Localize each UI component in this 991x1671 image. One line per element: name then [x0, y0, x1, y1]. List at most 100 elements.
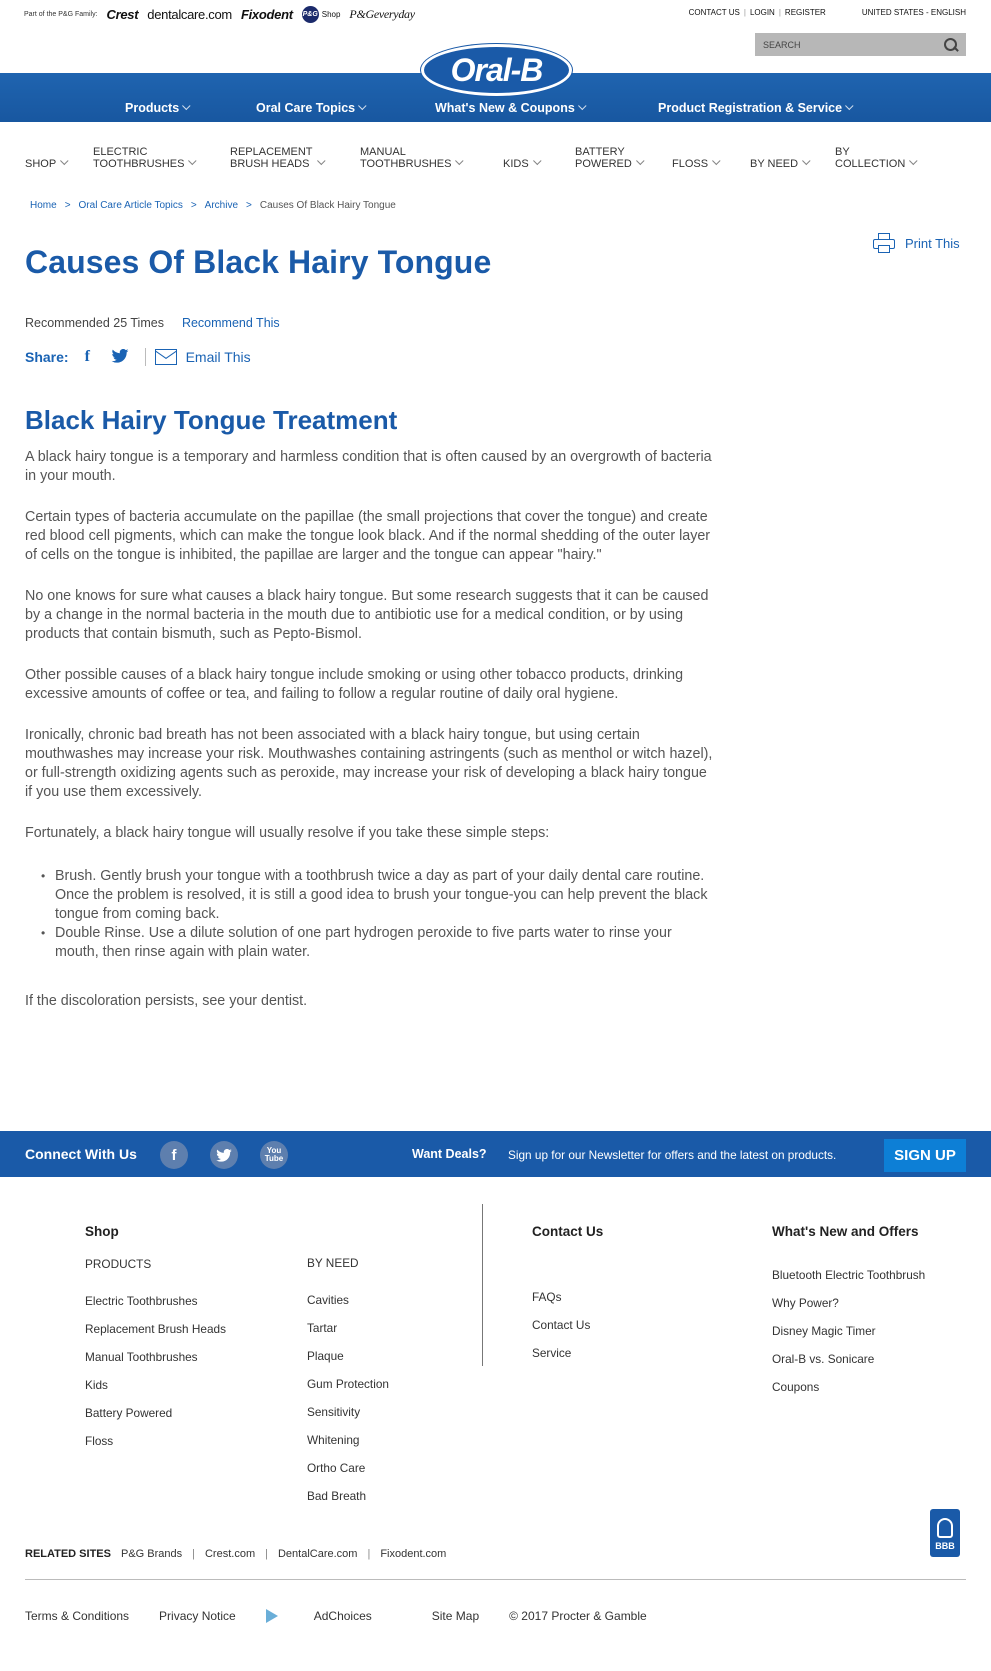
nav-whats-new[interactable]: What's New & Coupons — [435, 101, 587, 115]
footer-link[interactable]: Ortho Care — [307, 1454, 389, 1482]
search-input[interactable] — [763, 39, 944, 50]
prodnav-floss[interactable]: FLOSS — [672, 156, 721, 170]
privacy-link[interactable]: Privacy Notice — [159, 1609, 236, 1623]
email-this-link[interactable]: Email This — [154, 349, 251, 365]
main-nav: Products Oral Care Topics What's New & C… — [0, 101, 991, 121]
prodnav-label: BY NEED — [750, 158, 799, 170]
footer-link[interactable]: Service — [532, 1339, 603, 1367]
prodnav-manual-toothbrushes[interactable]: MANUAL TOOTHBRUSHES — [360, 146, 465, 170]
prodnav-battery-powered[interactable]: BATTERY POWERED — [575, 146, 645, 170]
twitter-icon[interactable] — [111, 348, 129, 366]
page-title: Causes Of Black Hairy Tongue — [25, 244, 492, 280]
footer-link[interactable]: Why Power? — [772, 1289, 925, 1317]
bbb-accreditation-badge[interactable]: BBB — [930, 1509, 960, 1557]
footer-link[interactable]: Plaque — [307, 1342, 389, 1370]
connect-title: Connect With Us — [25, 1146, 137, 1162]
nav-product-registration[interactable]: Product Registration & Service — [658, 101, 854, 115]
footer-link[interactable]: Replacement Brush Heads — [85, 1315, 226, 1343]
footer-link[interactable]: Oral-B vs. Sonicare — [772, 1345, 925, 1373]
prodnav-label: BY COLLECTION — [835, 146, 906, 170]
breadcrumb-archive[interactable]: Archive — [205, 200, 238, 211]
prodnav-replacement-brush-heads[interactable]: REPLACEMENT BRUSH HEADS — [230, 146, 326, 170]
chevron-down-icon — [455, 156, 465, 166]
footer-link[interactable]: Manual Toothbrushes — [85, 1343, 226, 1371]
twitter-icon[interactable] — [210, 1141, 238, 1169]
crest-logo-link[interactable]: Crest — [107, 7, 139, 22]
footer-link[interactable]: Disney Magic Timer — [772, 1317, 925, 1345]
article-closing: If the discoloration persists, see your … — [25, 993, 308, 1009]
article-heading: Black Hairy Tongue Treatment — [25, 405, 398, 435]
footer-link[interactable]: Whitening — [307, 1426, 389, 1454]
print-label: Print This — [905, 235, 960, 251]
breadcrumb-separator: > — [190, 200, 197, 211]
search-icon[interactable] — [944, 37, 958, 52]
register-link[interactable]: REGISTER — [785, 8, 826, 17]
footer-link[interactable]: Sensitivity — [307, 1398, 389, 1426]
steps-list: Brush. Gently brush your tongue with a t… — [25, 867, 715, 962]
footer-link[interactable]: Gum Protection — [307, 1370, 389, 1398]
article-paragraph: No one knows for sure what causes a blac… — [25, 588, 709, 642]
footer-link[interactable]: Bad Breath — [307, 1482, 389, 1510]
utility-links: CONTACT US | LOGIN | REGISTER UNITED STA… — [689, 8, 966, 17]
footer-link[interactable]: Contact Us — [532, 1311, 603, 1339]
contact-us-link[interactable]: CONTACT US — [689, 8, 740, 17]
share-bar: Share: f Email This — [25, 348, 251, 366]
footer-link[interactable]: Kids — [85, 1371, 226, 1399]
want-deals-label: Want Deals? — [412, 1147, 487, 1161]
recommend-link[interactable]: Recommend This — [182, 316, 280, 330]
chevron-down-icon — [182, 101, 191, 111]
footer-heading: What's New and Offers — [772, 1224, 919, 1239]
chevron-down-icon — [60, 156, 69, 166]
adchoices-link[interactable]: AdChoices — [265, 1609, 402, 1623]
breadcrumb-home[interactable]: Home — [30, 200, 57, 211]
prodnav-electric-toothbrushes[interactable]: ELECTRIC TOOTHBRUSHES — [93, 146, 198, 170]
prodnav-kids[interactable]: KIDS — [503, 156, 542, 170]
footer-link[interactable]: Cavities — [307, 1286, 389, 1314]
related-link[interactable]: DentalCare.com — [278, 1548, 357, 1560]
footer-subheading: PRODUCTS — [85, 1257, 152, 1271]
pg-everyday-logo-link[interactable]: P&Geveryday — [349, 7, 415, 22]
prodnav-by-collection[interactable]: BY COLLECTION — [835, 146, 918, 170]
terms-link[interactable]: Terms & Conditions — [25, 1609, 129, 1623]
recommend-bar: Recommended 25 Times Recommend This — [25, 316, 280, 330]
footer-link[interactable]: Tartar — [307, 1314, 389, 1342]
nav-products[interactable]: Products — [125, 101, 191, 115]
prodnav-by-need[interactable]: BY NEED — [750, 156, 811, 170]
separator: | — [367, 1548, 371, 1560]
pg-shop-label: Shop — [321, 9, 341, 19]
separator: | — [743, 8, 746, 17]
footer-link[interactable]: Floss — [85, 1427, 226, 1455]
prodnav-label: FLOSS — [672, 158, 709, 170]
related-link[interactable]: Crest.com — [205, 1548, 255, 1560]
fixodent-logo-link[interactable]: Fixodent — [241, 7, 293, 22]
pg-shop-logo-link[interactable]: P&G Shop — [301, 5, 341, 23]
footer-whats-new-column: What's New and Offers Bluetooth Electric… — [772, 1224, 925, 1401]
login-link[interactable]: LOGIN — [750, 8, 775, 17]
nav-oral-care-topics[interactable]: Oral Care Topics — [256, 101, 367, 115]
region-selector[interactable]: UNITED STATES - ENGLISH — [862, 8, 966, 17]
related-link[interactable]: P&G Brands — [121, 1548, 182, 1560]
breadcrumb-separator: > — [246, 200, 252, 211]
youtube-icon[interactable]: You Tube — [260, 1141, 288, 1169]
facebook-icon[interactable]: f — [85, 348, 95, 366]
prodnav-label: SHOP — [25, 158, 57, 170]
dentalcare-logo-link[interactable]: dentalcare.com — [147, 7, 232, 22]
oral-b-logo[interactable]: Oral-B — [421, 44, 572, 96]
footer-link[interactable]: Coupons — [772, 1373, 925, 1401]
sign-up-button[interactable]: SIGN UP — [884, 1139, 966, 1172]
pg-family-label: Part of the P&G Family: — [24, 10, 98, 18]
footer-link[interactable]: Bluetooth Electric Toothbrush — [772, 1261, 925, 1289]
footer-link[interactable]: FAQs — [532, 1283, 603, 1311]
prodnav-shop[interactable]: SHOP — [25, 156, 69, 170]
footer-link[interactable]: Battery Powered — [85, 1399, 226, 1427]
footer-subheading: BY NEED — [307, 1256, 359, 1270]
print-button[interactable]: Print This — [873, 233, 960, 253]
site-map-link[interactable]: Site Map — [432, 1609, 479, 1623]
breadcrumb-separator: > — [64, 200, 71, 211]
breadcrumb-oral-care-topics[interactable]: Oral Care Article Topics — [79, 200, 183, 211]
footer-link[interactable]: Electric Toothbrushes — [85, 1287, 226, 1315]
facebook-icon[interactable]: f — [160, 1141, 188, 1169]
printer-icon — [873, 233, 895, 253]
related-link[interactable]: Fixodent.com — [380, 1548, 446, 1560]
article-paragraph: Fortunately, a black hairy tongue will u… — [25, 825, 550, 841]
